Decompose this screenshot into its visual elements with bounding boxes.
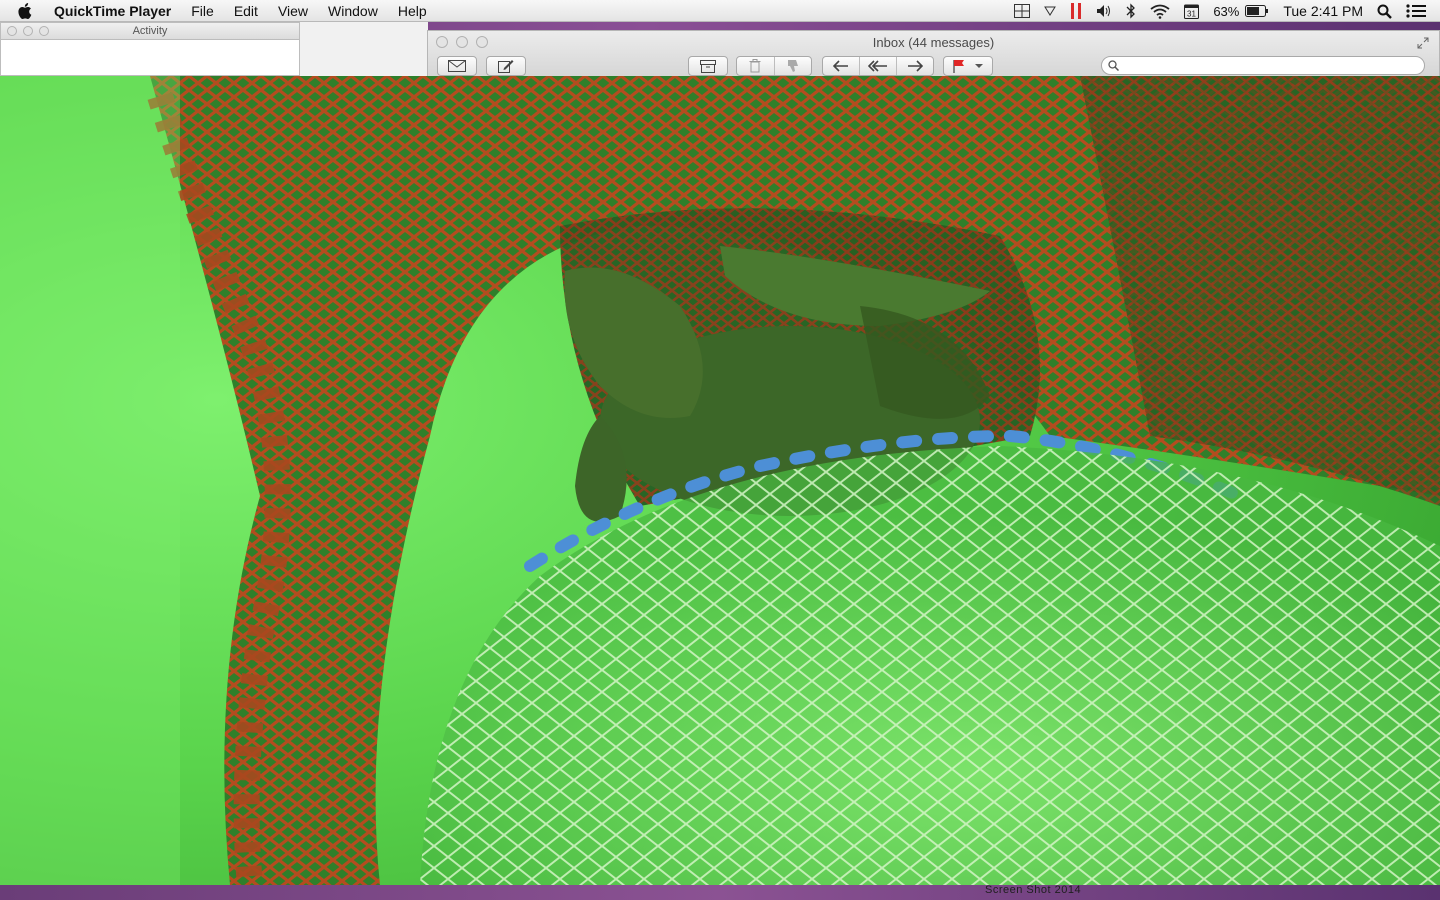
activity-window-controls — [7, 26, 49, 36]
menu-window[interactable]: Window — [328, 3, 378, 19]
menu-view[interactable]: View — [278, 3, 308, 19]
quicktime-video-frame[interactable] — [0, 76, 1440, 885]
archive-icon — [700, 59, 716, 73]
wifi-icon[interactable] — [1150, 0, 1170, 22]
mail-window: Inbox (44 messages) — [427, 30, 1440, 76]
mail-search-field[interactable] — [1101, 56, 1425, 75]
volume-icon[interactable] — [1096, 0, 1112, 22]
bluetooth-icon[interactable] — [1126, 0, 1136, 22]
search-icon — [1108, 60, 1119, 71]
junk-button[interactable] — [773, 57, 812, 75]
forward-button[interactable] — [896, 57, 933, 75]
thumbs-down-icon — [787, 60, 798, 72]
menu-file[interactable]: File — [191, 3, 214, 19]
spotlight-search-icon[interactable] — [1377, 0, 1392, 22]
underwater-turtle-net-scene — [0, 76, 1440, 885]
notification-center-icon[interactable] — [1406, 0, 1426, 22]
red-flag-icon — [953, 60, 964, 73]
desktop-window-backdrop — [300, 22, 428, 76]
battery-percent[interactable]: 63% — [1213, 4, 1239, 19]
desktop-wallpaper-strip — [0, 885, 1440, 900]
reply-all-button[interactable] — [859, 57, 896, 75]
chevron-down-icon — [975, 64, 983, 68]
app-menu[interactable]: QuickTime Player — [54, 3, 171, 19]
pause-recording-icon[interactable] — [1070, 0, 1082, 22]
activity-window-title: Activity — [132, 25, 168, 37]
trash-icon — [749, 59, 761, 73]
delete-button[interactable] — [737, 57, 774, 75]
get-mail-button[interactable] — [437, 56, 477, 76]
water-haze — [0, 76, 180, 885]
flag-menu-button[interactable] — [943, 56, 993, 76]
calendar-icon[interactable]: 31 — [1184, 0, 1200, 22]
minimize-button[interactable] — [23, 26, 33, 36]
archive-button[interactable] — [688, 56, 728, 76]
forward-arrow-icon — [908, 60, 923, 72]
menu-edit[interactable]: Edit — [234, 3, 258, 19]
fullscreen-icon[interactable] — [1417, 36, 1429, 49]
battery-icon[interactable] — [1245, 0, 1269, 22]
apple-menu-icon[interactable] — [18, 0, 38, 22]
mail-window-title: Inbox (44 messages) — [872, 35, 995, 50]
dropdown-triangle-icon[interactable] — [1044, 0, 1057, 22]
envelope-icon — [448, 60, 466, 72]
window-grid-icon[interactable] — [1014, 0, 1031, 22]
activity-window: Activity — [0, 22, 300, 76]
compose-button[interactable] — [486, 56, 526, 76]
status-area: 31 63% Tue 2:41 PM — [1014, 0, 1440, 22]
reply-arrow-icon — [833, 60, 848, 72]
mail-search-input[interactable] — [1124, 57, 1418, 74]
clock[interactable]: Tue 2:41 PM — [1283, 3, 1363, 19]
reply-all-arrow-icon — [868, 60, 887, 72]
compose-icon — [498, 60, 514, 73]
menu-help[interactable]: Help — [398, 3, 427, 19]
activity-titlebar[interactable]: Activity — [1, 23, 299, 40]
reply-button[interactable] — [823, 57, 859, 75]
menu-bar: QuickTime Player File Edit View Window H… — [0, 0, 1440, 22]
reply-forward-group — [822, 56, 934, 76]
svg-text:31: 31 — [1187, 9, 1196, 18]
zoom-button[interactable] — [39, 26, 49, 36]
close-button[interactable] — [7, 26, 17, 36]
desktop-file-label-partial[interactable]: Screen Shot 2014 — [985, 884, 1081, 896]
delete-junk-group — [736, 56, 812, 76]
